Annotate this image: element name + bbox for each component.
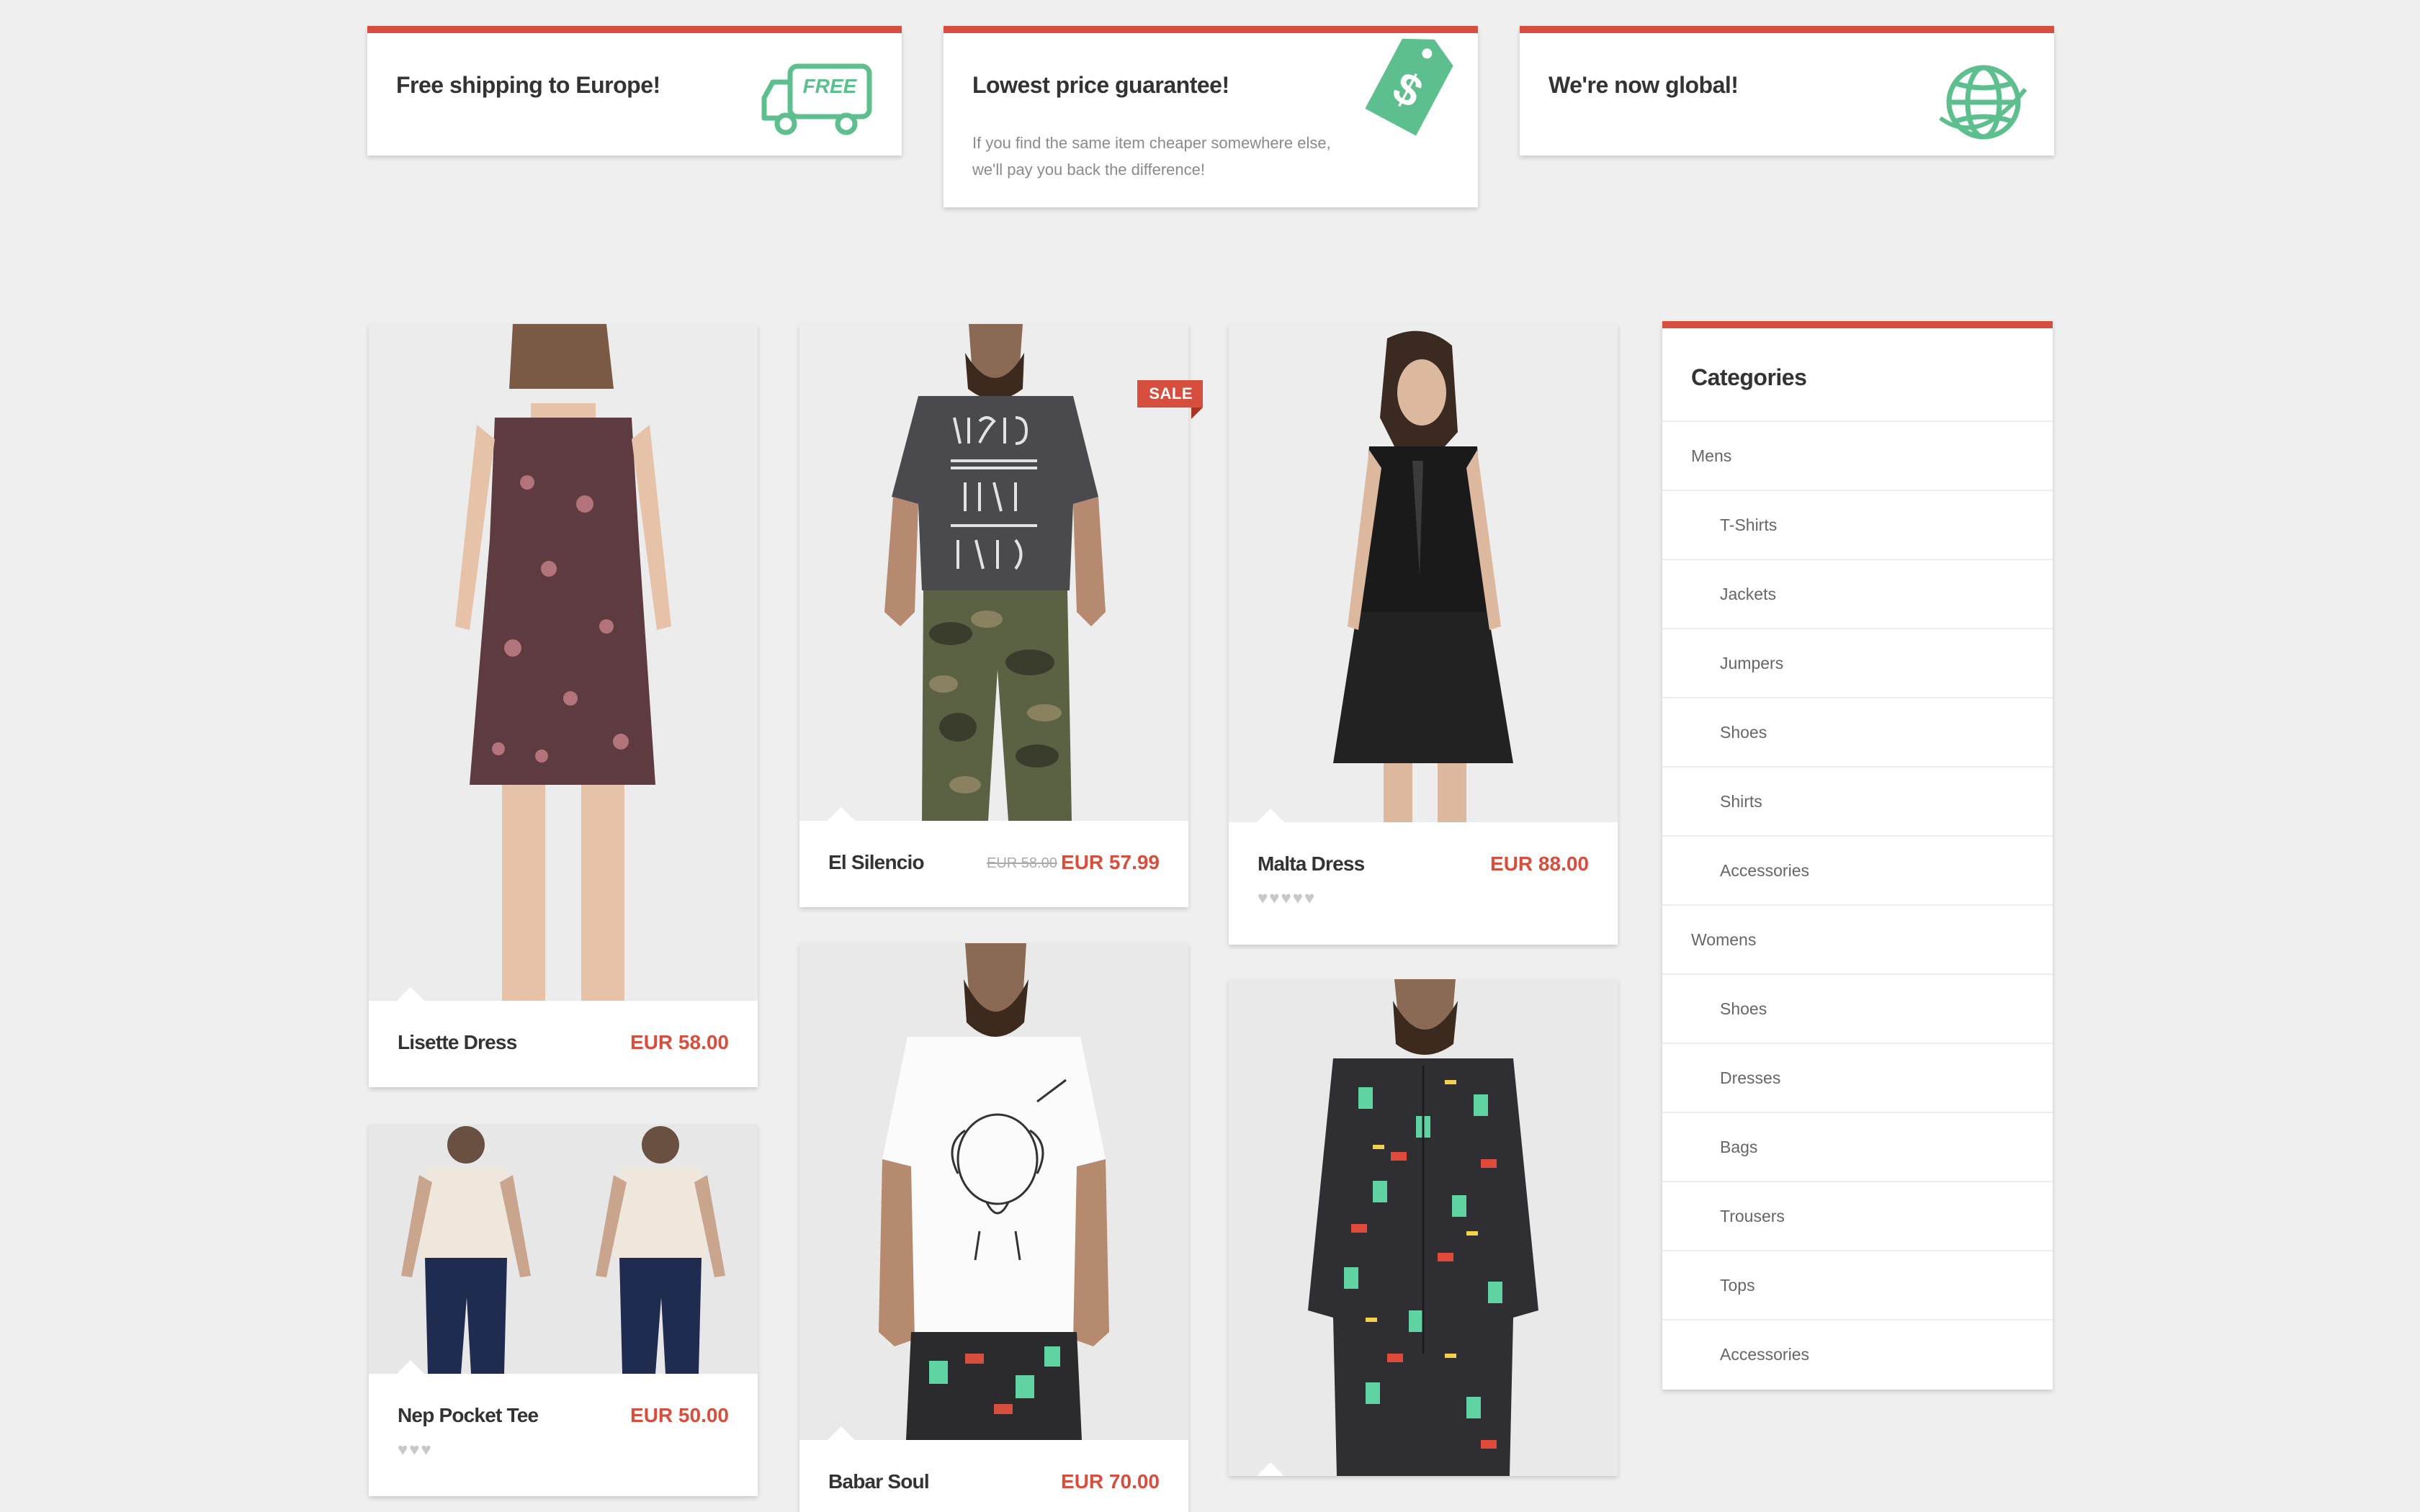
category-womens-tops[interactable]: Tops bbox=[1662, 1251, 2053, 1320]
product-card[interactable]: Nep Pocket Tee EUR 50.00 ♥♥♥ bbox=[369, 1125, 758, 1496]
product-info: El Silencio EUR 58.00 EUR 57.99 bbox=[799, 821, 1188, 907]
category-womens-shoes[interactable]: Shoes bbox=[1662, 975, 2053, 1044]
category-womens[interactable]: Womens bbox=[1662, 906, 2053, 975]
product-photo[interactable] bbox=[1229, 324, 1618, 822]
product-price: EUR 50.00 bbox=[630, 1404, 729, 1426]
product-card[interactable]: SALE El Silencio EUR 58.00 EUR 57.99 bbox=[799, 324, 1203, 907]
category-womens-trousers[interactable]: Trousers bbox=[1662, 1182, 2053, 1251]
product-name[interactable]: Nep Pocket Tee bbox=[398, 1404, 539, 1427]
price-tag-icon: $ bbox=[1354, 23, 1455, 142]
feature-description: If you find the same item cheaper somewh… bbox=[972, 134, 1331, 179]
truck-icon: FREE bbox=[760, 60, 875, 143]
category-mens-tshirts[interactable]: T-Shirts bbox=[1662, 491, 2053, 560]
product-price: EUR 58.00 bbox=[630, 1031, 729, 1053]
feature-global: We're now global! bbox=[1520, 26, 2054, 156]
product-name[interactable]: Babar Soul bbox=[828, 1470, 930, 1493]
product-price: EUR 57.99 bbox=[1061, 851, 1160, 873]
product-photo[interactable] bbox=[369, 1125, 758, 1374]
category-womens-dresses[interactable]: Dresses bbox=[1662, 1044, 2053, 1113]
product-name[interactable]: El Silencio bbox=[828, 851, 925, 874]
rating-hearts: ♥♥♥♥♥ bbox=[1258, 888, 1317, 908]
product-photo[interactable] bbox=[799, 943, 1188, 1440]
feature-title: We're now global! bbox=[1549, 72, 1739, 98]
category-mens-jackets[interactable]: Jackets bbox=[1662, 560, 2053, 629]
categories-title: Categories bbox=[1662, 328, 2053, 422]
product-info: Malta Dress EUR 88.00 ♥♥♥♥♥ bbox=[1229, 822, 1618, 945]
feature-title: Free shipping to Europe! bbox=[396, 72, 660, 98]
feature-title: Lowest price guarantee! bbox=[972, 72, 1229, 98]
category-mens[interactable]: Mens bbox=[1662, 422, 2053, 491]
category-womens-bags[interactable]: Bags bbox=[1662, 1113, 2053, 1182]
category-mens-accessories[interactable]: Accessories bbox=[1662, 837, 2053, 906]
category-mens-jumpers[interactable]: Jumpers bbox=[1662, 629, 2053, 698]
feature-price-guarantee: Lowest price guarantee! If you find the … bbox=[944, 26, 1478, 207]
categories-panel: Categories Mens T-Shirts Jackets Jumpers… bbox=[1662, 321, 2053, 1390]
product-card[interactable]: Malta Dress EUR 88.00 ♥♥♥♥♥ bbox=[1229, 324, 1618, 945]
feature-free-shipping: Free shipping to Europe! FREE bbox=[367, 26, 902, 156]
product-card[interactable]: Lisette Dress EUR 58.00 bbox=[369, 324, 758, 1087]
product-name[interactable]: Malta Dress bbox=[1258, 852, 1365, 876]
product-info: Lisette Dress EUR 58.00 bbox=[369, 1001, 758, 1087]
product-photo[interactable] bbox=[369, 324, 758, 1001]
product-info: Babar Soul EUR 70.00 bbox=[799, 1440, 1188, 1512]
product-price: EUR 70.00 bbox=[1061, 1470, 1160, 1493]
category-mens-shoes[interactable]: Shoes bbox=[1662, 698, 2053, 768]
product-card[interactable]: Babar Soul EUR 70.00 bbox=[799, 943, 1188, 1512]
product-photo[interactable] bbox=[799, 324, 1188, 821]
product-price: EUR 88.00 bbox=[1490, 852, 1589, 875]
product-old-price: EUR 58.00 bbox=[987, 855, 1057, 871]
product-name[interactable]: Lisette Dress bbox=[398, 1031, 517, 1054]
svg-text:FREE: FREE bbox=[803, 75, 858, 97]
category-mens-shirts[interactable]: Shirts bbox=[1662, 768, 2053, 837]
product-info: Nep Pocket Tee EUR 50.00 ♥♥♥ bbox=[369, 1374, 758, 1496]
sale-badge: SALE bbox=[1137, 380, 1203, 419]
product-photo[interactable] bbox=[1229, 979, 1618, 1476]
category-womens-accessories[interactable]: Accessories bbox=[1662, 1320, 2053, 1390]
product-card[interactable] bbox=[1229, 979, 1618, 1476]
globe-icon bbox=[1936, 60, 2030, 150]
rating-hearts: ♥♥♥ bbox=[398, 1440, 433, 1459]
